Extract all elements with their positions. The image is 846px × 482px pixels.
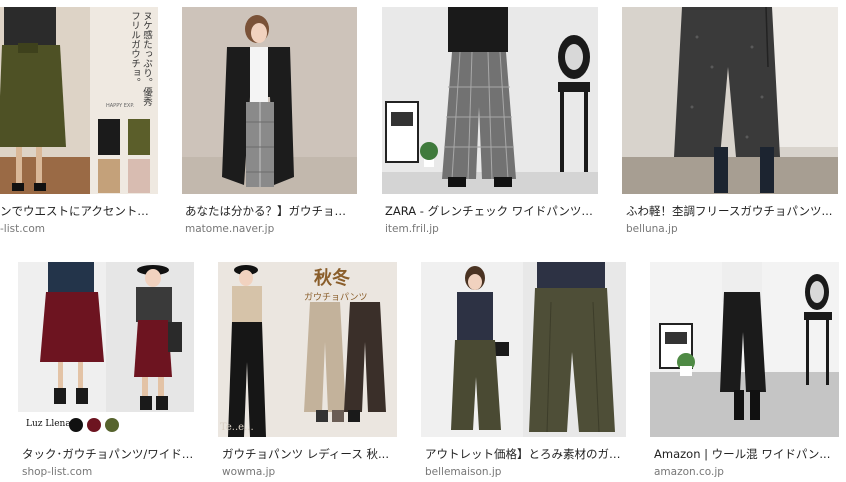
result-domain-5: shop-list.com (22, 466, 93, 478)
result-thumbnail-5[interactable]: Luz Llena (18, 262, 194, 437)
result-title-8[interactable]: Amazon | ウール混 ワイドパン... (654, 446, 839, 462)
result-domain-2: matome.naver.jp (185, 223, 275, 235)
result-domain-3: item.fril.jp (385, 223, 439, 235)
result-domain-8: amazon.co.jp (654, 466, 724, 478)
thumbnail-tag-text: HAPPY EXP. (106, 103, 135, 109)
result-title-5[interactable]: タック･ガウチョパンツ/ワイドパ... (22, 446, 194, 462)
result-title-3[interactable]: ZARA - グレンチェック ワイドパンツ ... (385, 203, 595, 219)
result-thumbnail-2[interactable] (182, 7, 357, 194)
result-domain-6: wowma.jp (222, 466, 276, 478)
result-title-6[interactable]: ガウチョパンツ レディース 秋... (222, 446, 397, 462)
result-thumbnail-3[interactable] (382, 7, 598, 194)
thumbnail-brand-text: Luz Llena (26, 419, 71, 429)
result-domain-7: bellemaison.jp (425, 466, 502, 478)
result-thumbnail-1[interactable]: ヌケ感たっぷり。優秀フリルガウチョ。 HAPPY EXP. (0, 7, 158, 194)
result-title-7[interactable]: アウトレット価格】とろみ素材のガウ... (425, 446, 625, 462)
result-thumbnail-8[interactable] (650, 262, 839, 437)
result-thumbnail-7[interactable] (421, 262, 626, 437)
result-thumbnail-6[interactable]: 秋冬 ガウチョパンツ Te..e... (218, 262, 397, 437)
result-domain-1: -list.com (0, 223, 45, 235)
thumbnail-title-text: 秋冬 (314, 268, 350, 289)
thumbnail-logo-text: Te..e... (220, 422, 254, 433)
result-title-1[interactable]: ンでウエストにアクセント。リ... (0, 203, 158, 219)
result-thumbnail-4[interactable] (622, 7, 838, 194)
result-title-2[interactable]: あなたは分かる？】ガウチョ、... (185, 203, 355, 219)
thumbnail-subtitle-text: ガウチョパンツ (304, 293, 368, 303)
result-domain-4: belluna.jp (626, 223, 678, 235)
thumbnail-overlay-text: ヌケ感たっぷり。優秀フリルガウチョ。 (129, 11, 152, 106)
result-title-4[interactable]: ふわ軽！杢調フリースガウチョパンツ... (626, 203, 836, 219)
